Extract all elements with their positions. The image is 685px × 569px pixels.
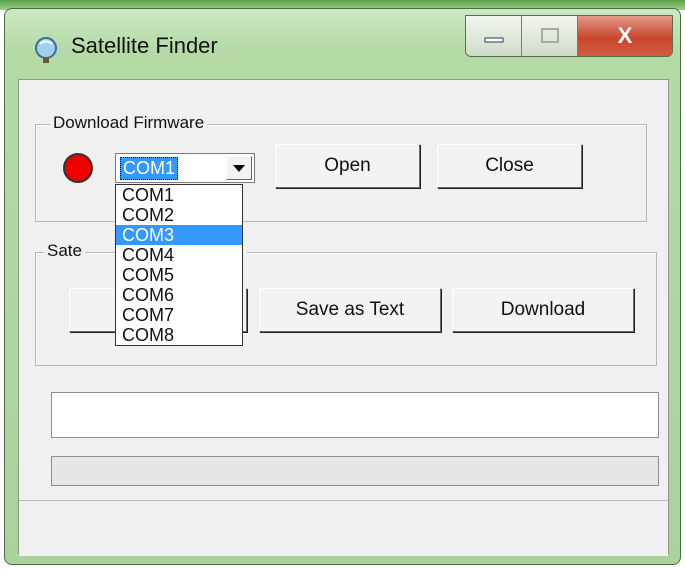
com-port-select[interactable]: COM1 [115,153,255,183]
minimize-icon [484,37,503,43]
com-port-option[interactable]: COM4 [116,245,242,265]
close-port-button-label: Close [485,155,534,176]
com-port-option[interactable]: COM5 [116,265,242,285]
com-port-option[interactable]: COM1 [116,185,242,205]
open-button[interactable]: Open [275,144,420,188]
caption-buttons: X [465,15,673,57]
satellite-scan-label-left: Sate [44,241,85,261]
app-window: Satellite Finder X Download Firmware COM… [4,8,681,565]
com-port-option[interactable]: COM6 [116,285,242,305]
output-text-field[interactable] [51,392,659,438]
close-window-button[interactable]: X [578,16,672,56]
com-port-option-highlighted[interactable]: COM3 [116,225,242,245]
status-bar [19,500,668,556]
maximize-icon [540,28,559,43]
save-as-text-label: Save as Text [295,299,405,320]
com-port-option[interactable]: COM8 [116,325,242,345]
chevron-down-icon [233,164,245,172]
progress-bar [51,456,659,486]
close-port-button[interactable]: Close [437,144,582,188]
title-bar[interactable]: Satellite Finder X [5,9,680,81]
maximize-button[interactable] [522,16,578,56]
client-area: Download Firmware COM1 Open Close Sate a… [18,79,669,556]
com-port-dropdown-list[interactable]: COM1 COM2 COM3 COM4 COM5 COM6 COM7 COM8 [115,184,243,346]
download-button-label: Download [500,299,586,320]
status-led-indicator [63,153,93,183]
dropdown-arrow-button[interactable] [226,156,252,180]
open-button-label: Open [324,155,371,176]
save-as-text-button[interactable]: Save as Text [259,288,441,332]
com-port-option[interactable]: COM7 [116,305,242,325]
com-port-selected-value: COM1 [120,157,179,180]
satellite-app-icon [35,37,57,63]
download-firmware-label: Download Firmware [50,113,208,133]
minimize-button[interactable] [466,16,522,56]
download-button[interactable]: Download [452,288,634,332]
com-port-option[interactable]: COM2 [116,205,242,225]
window-title: Satellite Finder [71,33,218,58]
close-icon: X [617,23,633,48]
